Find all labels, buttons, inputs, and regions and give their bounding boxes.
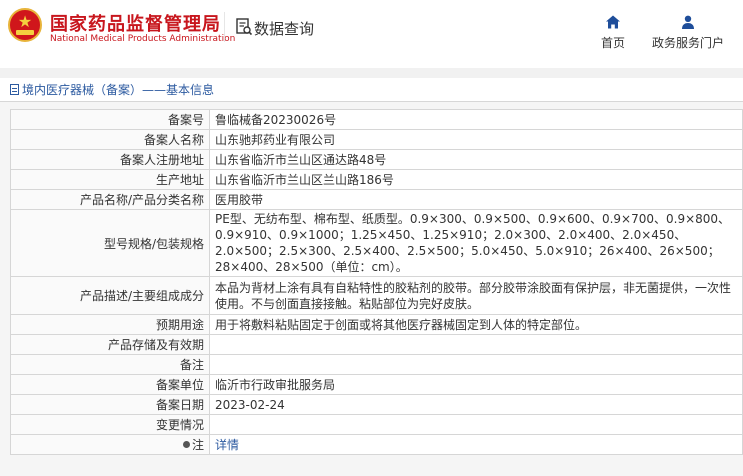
field-label: 备注 [10,354,210,375]
field-value: 鲁临械备20230026号 [209,109,743,130]
field-label: 产品描述/主要组成成分 [10,276,210,315]
nav-gov-services[interactable]: 政务服务门户 [648,14,728,51]
field-value: 本品为背材上涂有具有自粘特性的胶粘剂的胶带。部分胶带涂胶面有保护层，非无菌提供，… [209,276,743,315]
table-row: 产品描述/主要组成成分 本品为背材上涂有具有自粘特性的胶粘剂的胶带。部分胶带涂胶… [10,276,743,315]
user-icon [682,15,694,29]
table-row: 备案日期 2023-02-24 [10,394,743,415]
field-value [209,354,743,375]
logo-title-en[interactable]: National Medical Products Administration [50,34,235,44]
field-label: 注 [10,434,210,455]
table-row: 注 详情 [10,434,743,455]
field-value: 详情 [209,434,743,455]
national-emblem-icon[interactable] [8,8,42,42]
field-label: 产品名称/产品分类名称 [10,189,210,210]
field-value: PE型、无纺布型、棉布型、纸质型。0.9×300、0.9×500、0.9×600… [209,209,743,277]
data-query-icon [236,18,252,36]
field-value [209,334,743,355]
table-row: 备注 [10,354,743,375]
table-row: 备案单位 临沂市行政审批服务局 [10,374,743,395]
table-row: 备案号 鲁临械备20230026号 [10,109,743,130]
field-label: 预期用途 [10,314,210,335]
nav-gov-services-label: 政务服务门户 [651,36,724,50]
header-separator-band [0,68,743,78]
note-label: 注 [191,438,204,452]
info-dot-icon [182,441,190,448]
home-icon [606,15,620,29]
page-title: 数据查询 [254,20,315,38]
field-label: 变更情况 [10,414,210,435]
main-content: 备案号 鲁临械备20230026号 备案人名称 山东驰邦药业有限公司 备案人注册… [0,102,743,476]
field-label: 备案单位 [10,374,210,395]
header-divider [224,12,225,42]
field-label: 型号规格/包装规格 [10,209,210,277]
field-value: 用于将敷料粘贴固定于创面或将其他医疗器械固定到人体的特定部位。 [209,314,743,335]
field-label: 备案人名称 [10,129,210,150]
table-row: 备案人名称 山东驰邦药业有限公司 [10,129,743,150]
table-row: 产品名称/产品分类名称 医用胶带 [10,189,743,210]
field-label: 产品存储及有效期 [10,334,210,355]
table-row: 产品存储及有效期 [10,334,743,355]
field-label: 备案号 [10,109,210,130]
site-header: 国家药品监督管理局 National Medical Products Admi… [0,0,743,68]
table-row: 备案人注册地址 山东省临沂市兰山区通达路48号 [10,149,743,170]
record-info-table: 备案号 鲁临械备20230026号 备案人名称 山东驰邦药业有限公司 备案人注册… [10,109,743,455]
document-icon [10,84,19,95]
nav-home[interactable]: 首页 [596,14,630,51]
breadcrumb-text: 境内医疗器械（备案）——基本信息 [22,83,215,97]
logo-title-cn[interactable]: 国家药品监督管理局 [50,10,221,36]
table-row: 变更情况 [10,414,743,435]
nav-home-label: 首页 [600,36,625,50]
field-value: 医用胶带 [209,189,743,210]
field-value: 2023-02-24 [209,394,743,415]
field-value: 山东驰邦药业有限公司 [209,129,743,150]
field-label: 备案日期 [10,394,210,415]
breadcrumb: 境内医疗器械（备案）——基本信息 [0,78,743,102]
table-row: 生产地址 山东省临沂市兰山区兰山路186号 [10,169,743,190]
table-row: 型号规格/包装规格 PE型、无纺布型、棉布型、纸质型。0.9×300、0.9×5… [10,209,743,277]
details-link[interactable]: 详情 [215,438,239,452]
field-label: 生产地址 [10,169,210,190]
field-label: 备案人注册地址 [10,149,210,170]
field-value [209,414,743,435]
field-value: 临沂市行政审批服务局 [209,374,743,395]
table-row: 预期用途 用于将敷料粘贴固定于创面或将其他医疗器械固定到人体的特定部位。 [10,314,743,335]
field-value: 山东省临沂市兰山区兰山路186号 [209,169,743,190]
field-value: 山东省临沂市兰山区通达路48号 [209,149,743,170]
